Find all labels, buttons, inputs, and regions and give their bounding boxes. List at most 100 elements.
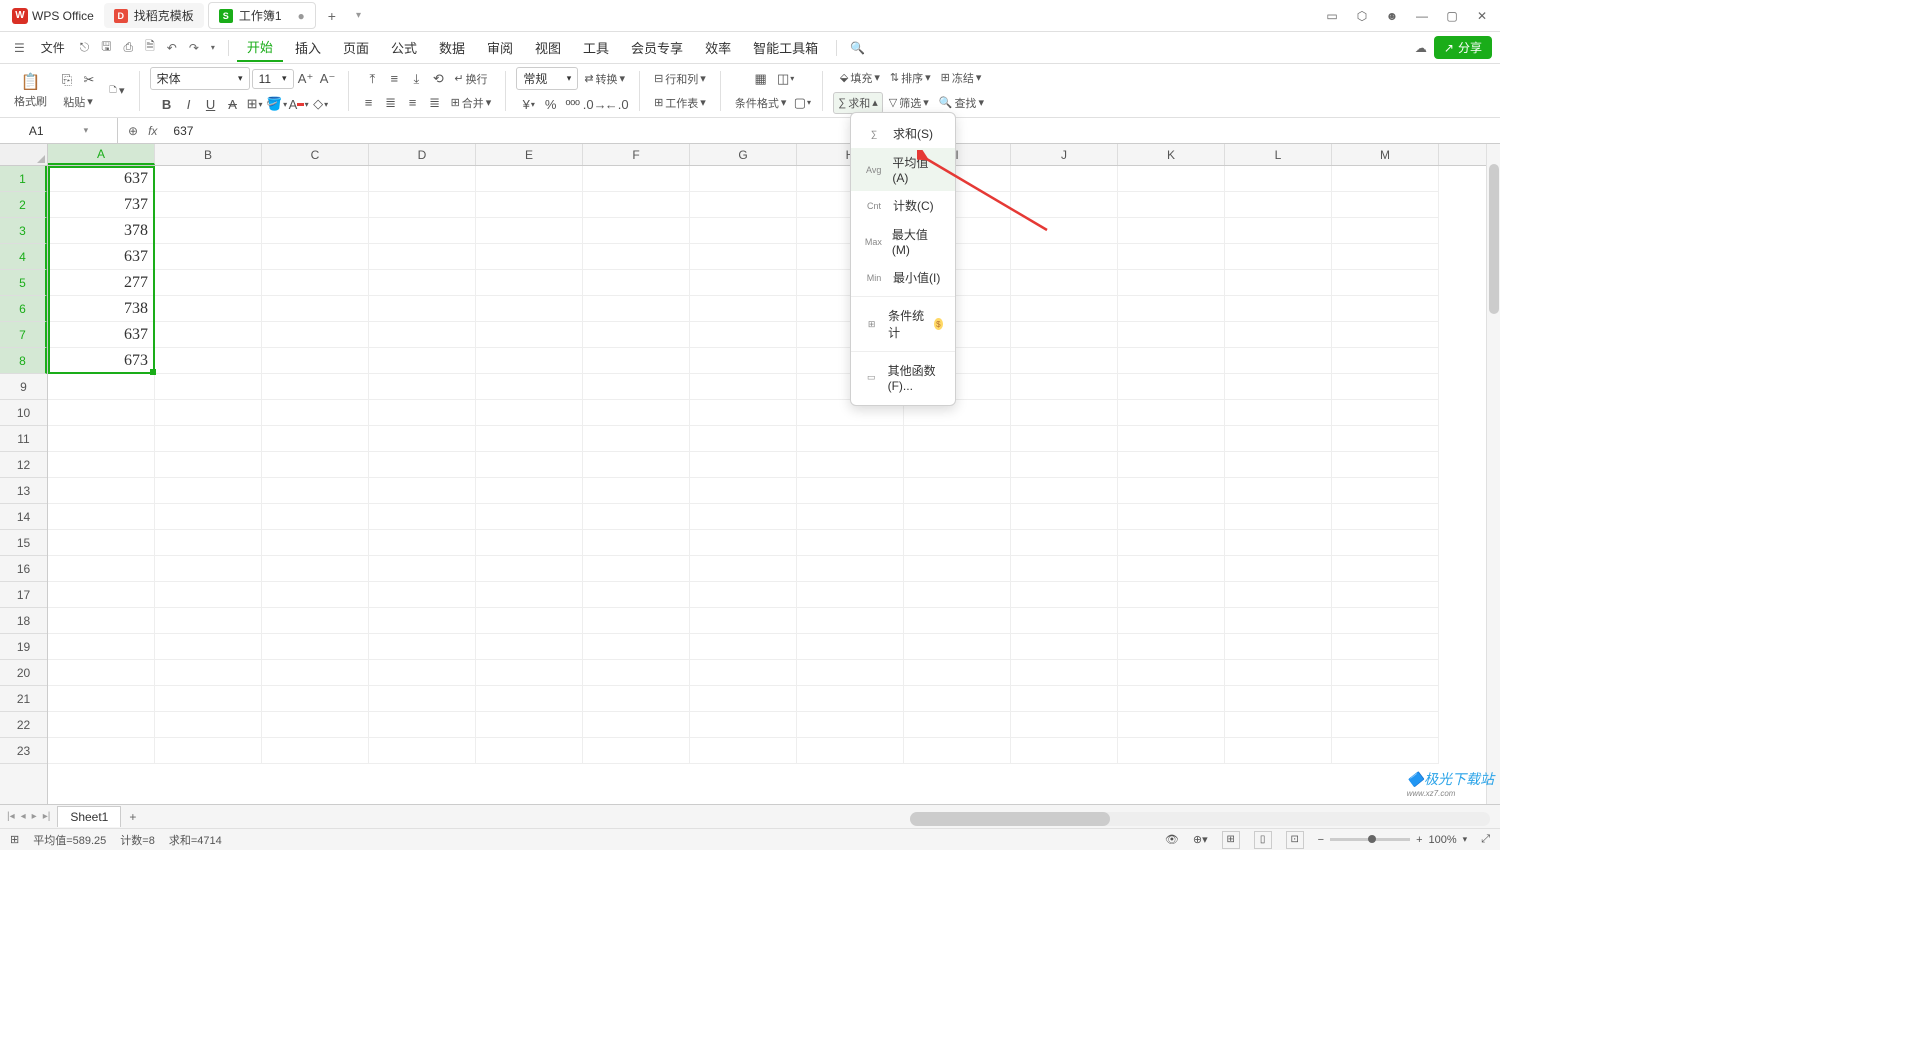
cell-C14[interactable] [262,504,369,530]
cell-D12[interactable] [369,452,476,478]
cell-L19[interactable] [1225,634,1332,660]
zoom-dd-icon[interactable]: ▾ [1463,834,1468,845]
copy-icon[interactable]: ⎘ [57,70,77,90]
number-format-select[interactable]: 常规▾ [516,67,578,90]
cell-B22[interactable] [155,712,262,738]
align-bottom-icon[interactable]: ⤓ [406,69,426,89]
cell-L22[interactable] [1225,712,1332,738]
file-menu[interactable]: 文件 [33,35,73,60]
row-header-23[interactable]: 23 [0,738,47,764]
undo-dd-icon[interactable]: ▾ [206,39,220,56]
sheet-next-icon[interactable]: ▸ [29,811,40,822]
add-sheet-button[interactable]: + [121,810,144,824]
cell-F23[interactable] [583,738,690,764]
cell-I18[interactable] [904,608,1011,634]
dec-inc-icon[interactable]: .0→ [585,94,605,114]
cell-E12[interactable] [476,452,583,478]
cloud-icon[interactable]: ☁ [1410,37,1432,59]
cell-A18[interactable] [48,608,155,634]
cell-C3[interactable] [262,218,369,244]
menu-tools[interactable]: 工具 [573,34,619,61]
cell-K1[interactable] [1118,166,1225,192]
search-icon[interactable]: 🔍 [845,37,870,59]
cell-B11[interactable] [155,426,262,452]
cell-A14[interactable] [48,504,155,530]
expand-icon[interactable]: ⊕ [128,124,138,138]
cell-style-icon[interactable]: ◫▾ [776,69,796,89]
cell-A12[interactable] [48,452,155,478]
dd-sum[interactable]: ∑求和(S) [851,119,955,148]
cell-M10[interactable] [1332,400,1439,426]
cell-D4[interactable] [369,244,476,270]
cell-D13[interactable] [369,478,476,504]
col-header-A[interactable]: A [48,144,155,165]
cell-F6[interactable] [583,296,690,322]
cell-I20[interactable] [904,660,1011,686]
row-header-5[interactable]: 5 [0,270,47,296]
cell-M15[interactable] [1332,530,1439,556]
cell-F14[interactable] [583,504,690,530]
cell-G10[interactable] [690,400,797,426]
cell-G20[interactable] [690,660,797,686]
cell-K18[interactable] [1118,608,1225,634]
cell-A11[interactable] [48,426,155,452]
cell-L23[interactable] [1225,738,1332,764]
layout-icon[interactable]: ⊞ [10,833,19,846]
cell-F18[interactable] [583,608,690,634]
cell-K22[interactable] [1118,712,1225,738]
menu-icon[interactable]: ☰ [8,37,31,59]
align-center-icon[interactable]: ≣ [381,93,401,113]
cell-E1[interactable] [476,166,583,192]
cell-A15[interactable] [48,530,155,556]
cell-G2[interactable] [690,192,797,218]
formula-input[interactable]: 637 [167,124,193,138]
menu-insert[interactable]: 插入 [285,34,331,61]
cell-F4[interactable] [583,244,690,270]
dd-max[interactable]: Max最大值(M) [851,220,955,263]
cell-D15[interactable] [369,530,476,556]
col-header-M[interactable]: M [1332,144,1439,165]
cell-J5[interactable] [1011,270,1118,296]
row-header-15[interactable]: 15 [0,530,47,556]
cell-C1[interactable] [262,166,369,192]
cell-D23[interactable] [369,738,476,764]
cell-G18[interactable] [690,608,797,634]
freeze-button[interactable]: ⊞冻结▾ [937,68,986,88]
tablet-icon[interactable]: ▭ [1318,2,1346,30]
cell-A2[interactable]: 737 [48,192,155,218]
cell-L1[interactable] [1225,166,1332,192]
cell-E11[interactable] [476,426,583,452]
cell-J22[interactable] [1011,712,1118,738]
cell-C13[interactable] [262,478,369,504]
cell-F21[interactable] [583,686,690,712]
cell-F22[interactable] [583,712,690,738]
cell-I17[interactable] [904,582,1011,608]
cell-J9[interactable] [1011,374,1118,400]
cell-D17[interactable] [369,582,476,608]
cell-L15[interactable] [1225,530,1332,556]
cell-C6[interactable] [262,296,369,322]
cell-K10[interactable] [1118,400,1225,426]
zoom-in-button[interactable]: + [1416,834,1422,846]
cell-G13[interactable] [690,478,797,504]
cell-G1[interactable] [690,166,797,192]
cell-H22[interactable] [797,712,904,738]
cell-D8[interactable] [369,348,476,374]
cell-A4[interactable]: 637 [48,244,155,270]
row-header-4[interactable]: 4 [0,244,47,270]
user-icon[interactable]: ☻ [1378,2,1406,30]
cell-E6[interactable] [476,296,583,322]
cell-B2[interactable] [155,192,262,218]
cell-B16[interactable] [155,556,262,582]
worksheet-button[interactable]: ⊞工作表▾ [650,93,710,113]
cell-H16[interactable] [797,556,904,582]
cell-J15[interactable] [1011,530,1118,556]
cell-L4[interactable] [1225,244,1332,270]
cell-K17[interactable] [1118,582,1225,608]
shrink-font-icon[interactable]: A⁻ [318,69,338,89]
cell-A10[interactable] [48,400,155,426]
cell-F11[interactable] [583,426,690,452]
orientation-icon[interactable]: ⟲ [428,69,448,89]
convert-button[interactable]: ⇄转换▾ [580,69,629,89]
cell-K12[interactable] [1118,452,1225,478]
